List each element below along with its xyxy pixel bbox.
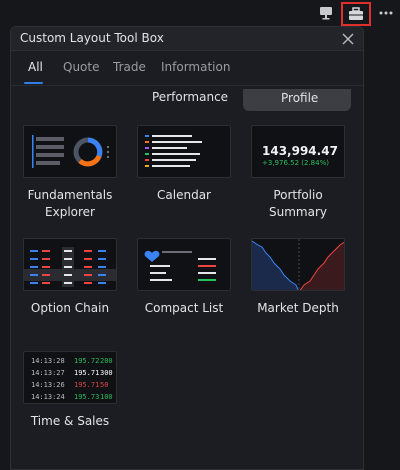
category-profile[interactable]: Profile <box>281 91 318 105</box>
toolbox-button[interactable] <box>341 2 371 26</box>
fundamentals-explorer-thumbnail <box>23 125 117 178</box>
portfolio-value: 143,994.47 <box>262 144 338 158</box>
tool-calendar[interactable]: Calendar <box>137 125 231 204</box>
ts-time: 14:13:28 <box>31 357 65 365</box>
ts-row: 14:13:26 195.71 50 <box>28 381 116 391</box>
ts-row: 14:13:28 195.72 200 <box>28 357 116 367</box>
category-performance[interactable]: Performance <box>152 90 228 104</box>
tool-time-and-sales[interactable]: 14:13:28 195.72 200 14:13:27 195.71 300 … <box>23 351 117 430</box>
ts-price: 195.73 <box>74 393 100 401</box>
more-horizontal-icon[interactable] <box>377 4 395 22</box>
tool-label: Calendar <box>157 188 211 202</box>
tool-label: Fundamentals Explorer <box>27 188 113 219</box>
ts-price: 195.71 <box>74 381 100 389</box>
tool-market-depth[interactable]: Market Depth <box>251 238 345 317</box>
tool-label: Portfolio Summary <box>269 188 327 219</box>
monitor-icon[interactable] <box>317 4 335 22</box>
ts-time: 14:13:27 <box>31 369 65 377</box>
ts-size: 300 <box>100 369 113 377</box>
custom-layout-toolbox-panel: Custom Layout Tool Box All Quote Trade I… <box>10 26 364 470</box>
compact-list-thumbnail <box>137 238 231 291</box>
market-depth-thumbnail <box>251 238 345 291</box>
ts-size: 100 <box>100 393 113 401</box>
time-and-sales-thumbnail: 14:13:28 195.72 200 14:13:27 195.71 300 … <box>23 351 117 404</box>
ts-row: 14:13:24 195.73 100 <box>28 393 116 403</box>
window-toolbar <box>0 0 400 28</box>
tab-quote[interactable]: Quote <box>63 60 99 74</box>
tabs-divider <box>11 85 363 86</box>
panel-title: Custom Layout Tool Box <box>20 31 164 45</box>
active-tab-indicator <box>24 82 43 84</box>
ts-size: 200 <box>100 357 113 365</box>
tool-label: Option Chain <box>30 301 110 315</box>
panel-header: Custom Layout Tool Box <box>11 27 363 51</box>
ts-time: 14:13:24 <box>31 393 65 401</box>
tool-label: Market Depth <box>257 301 339 315</box>
ts-row: 14:13:27 195.71 300 <box>28 369 116 379</box>
ts-size: 50 <box>100 381 109 389</box>
tool-option-chain[interactable]: Option Chain <box>23 238 117 317</box>
category-tabs: All Quote Trade Information <box>11 57 363 85</box>
tool-label: Compact List <box>144 301 224 315</box>
option-chain-thumbnail <box>23 238 117 291</box>
ts-time: 14:13:26 <box>31 381 65 389</box>
portfolio-change: +3,976.52 (2.84%) <box>262 159 329 167</box>
toolbox-icon <box>349 7 363 20</box>
tool-portfolio-summary[interactable]: 143,994.47 +3,976.52 (2.84%) Portfolio S… <box>251 125 345 221</box>
tool-compact-list[interactable]: Compact List <box>137 238 231 317</box>
tab-trade[interactable]: Trade <box>113 60 146 74</box>
close-icon[interactable] <box>341 31 355 45</box>
tab-information[interactable]: Information <box>161 60 230 74</box>
calendar-thumbnail <box>137 125 231 178</box>
portfolio-summary-thumbnail: 143,994.47 +3,976.52 (2.84%) <box>251 125 345 178</box>
tab-all[interactable]: All <box>28 60 43 74</box>
ts-price: 195.71 <box>74 369 100 377</box>
tool-label: Time & Sales <box>30 414 110 428</box>
tool-fundamentals-explorer[interactable]: Fundamentals Explorer <box>23 125 117 221</box>
ts-price: 195.72 <box>74 357 100 365</box>
